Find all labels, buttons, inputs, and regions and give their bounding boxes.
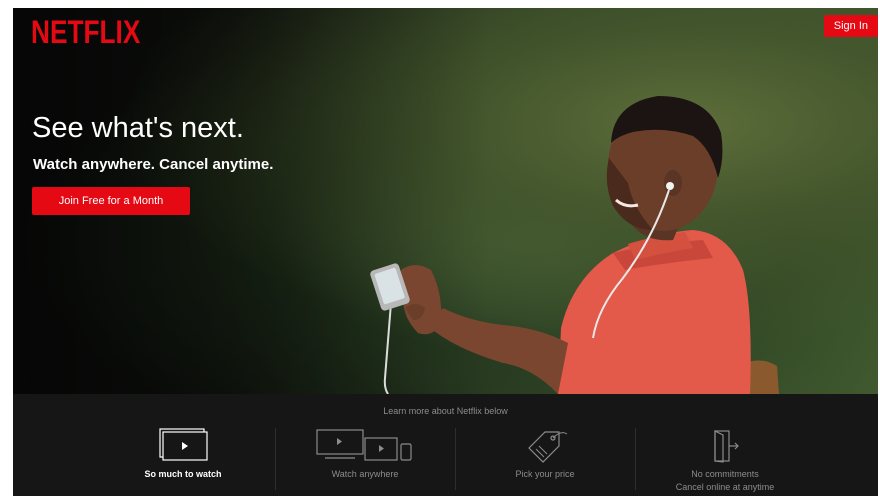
netflix-logo[interactable]: NETFLIX	[31, 14, 140, 51]
feature-tab-no-commitments[interactable]: No commitments Cancel online at anytime	[635, 428, 815, 496]
door-exit-icon	[635, 428, 815, 464]
devices-icon	[275, 428, 455, 464]
feature-label: So much to watch	[144, 469, 222, 479]
learn-more-text: Learn more about Netflix below	[383, 406, 508, 416]
features-section: Learn more about Netflix below So much t…	[13, 394, 878, 496]
netflix-page: NETFLIX Sign In See what's next. Watch a…	[13, 8, 878, 496]
feature-tab-pick-your-price[interactable]: Pick your price	[455, 428, 635, 496]
feature-label: Watch anywhere	[331, 469, 399, 479]
feature-tab-watch-anywhere[interactable]: Watch anywhere	[275, 428, 455, 496]
feature-label: Pick your price	[515, 469, 575, 479]
feature-label-line1: No commitments	[691, 469, 759, 479]
price-tag-icon	[455, 428, 635, 464]
hero-headline: See what's next.	[32, 112, 244, 144]
feature-label-line2: Cancel online at anytime	[675, 482, 775, 492]
hero-subheadline: Watch anywhere. Cancel anytime.	[33, 156, 274, 173]
join-free-button[interactable]: Join Free for a Month	[32, 187, 190, 215]
tv-play-icon	[93, 428, 273, 464]
feature-label: No commitments Cancel online at anytime	[635, 468, 815, 494]
sign-in-button[interactable]: Sign In	[823, 15, 878, 37]
feature-tab-so-much-to-watch[interactable]: So much to watch	[93, 428, 273, 496]
